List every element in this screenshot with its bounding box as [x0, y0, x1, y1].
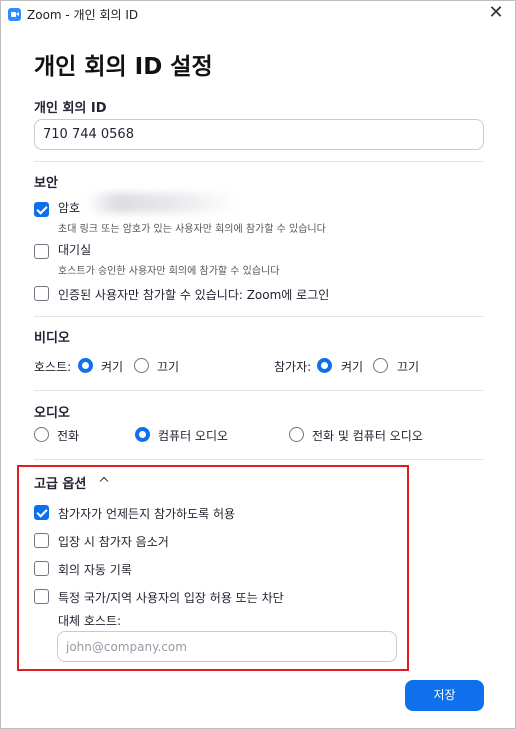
passcode-label: 암호 — [58, 201, 81, 215]
zoom-app-icon — [8, 8, 21, 21]
meeting-id-input[interactable] — [34, 119, 484, 150]
host-video-on-label: 켜기 — [101, 360, 124, 374]
divider — [34, 390, 484, 391]
waiting-room-description: 호스트가 승인한 사용자만 회의에 참가할 수 있습니다 — [58, 266, 280, 277]
settings-window: Zoom - 개인 회의 ID ✕ 개인 회의 ID 설정 개인 회의 ID 보… — [0, 0, 516, 729]
host-video-off-radio[interactable] — [134, 358, 149, 373]
audio-both-label: 전화 및 컴퓨터 오디오 — [312, 429, 423, 443]
host-video-off-label: 끄기 — [157, 360, 180, 374]
passcode-blurred-value — [87, 193, 237, 213]
participant-video-on-radio[interactable] — [317, 358, 332, 373]
audio-computer-radio[interactable] — [135, 427, 150, 442]
meeting-id-label: 개인 회의 ID — [34, 101, 107, 116]
close-icon[interactable]: ✕ — [487, 4, 505, 22]
participant-video-off-label: 끄기 — [397, 360, 420, 374]
participant-video-label: 참가자: — [274, 360, 312, 374]
video-section-label: 비디오 — [34, 331, 70, 346]
audio-phone-label: 전화 — [57, 429, 80, 443]
host-video-label: 호스트: — [34, 360, 72, 374]
participant-video-off-radio[interactable] — [373, 358, 388, 373]
audio-both-radio[interactable] — [289, 427, 304, 442]
window-title: Zoom - 개인 회의 ID — [27, 8, 139, 22]
security-section-label: 보안 — [34, 176, 58, 191]
divider — [34, 161, 484, 162]
passcode-checkbox[interactable] — [34, 202, 49, 217]
page-title: 개인 회의 ID 설정 — [34, 54, 213, 80]
auth-users-checkbox[interactable] — [34, 286, 49, 301]
divider — [34, 459, 484, 460]
host-video-on-radio[interactable] — [78, 358, 93, 373]
save-button[interactable]: 저장 — [405, 680, 484, 711]
divider — [34, 316, 484, 317]
participant-video-on-label: 켜기 — [341, 360, 364, 374]
waiting-room-checkbox[interactable] — [34, 244, 49, 259]
audio-phone-radio[interactable] — [34, 427, 49, 442]
waiting-room-label: 대기실 — [58, 243, 92, 257]
auth-users-label: 인증된 사용자만 참가할 수 있습니다: Zoom에 로그인 — [58, 288, 330, 302]
title-bar: Zoom - 개인 회의 ID ✕ — [1, 1, 515, 27]
audio-computer-label: 컴퓨터 오디오 — [158, 429, 229, 443]
passcode-description: 초대 링크 또는 암호가 있는 사용자만 회의에 참가할 수 있습니다 — [58, 224, 326, 235]
audio-section-label: 오디오 — [34, 406, 70, 421]
highlight-annotation-box — [17, 465, 409, 671]
